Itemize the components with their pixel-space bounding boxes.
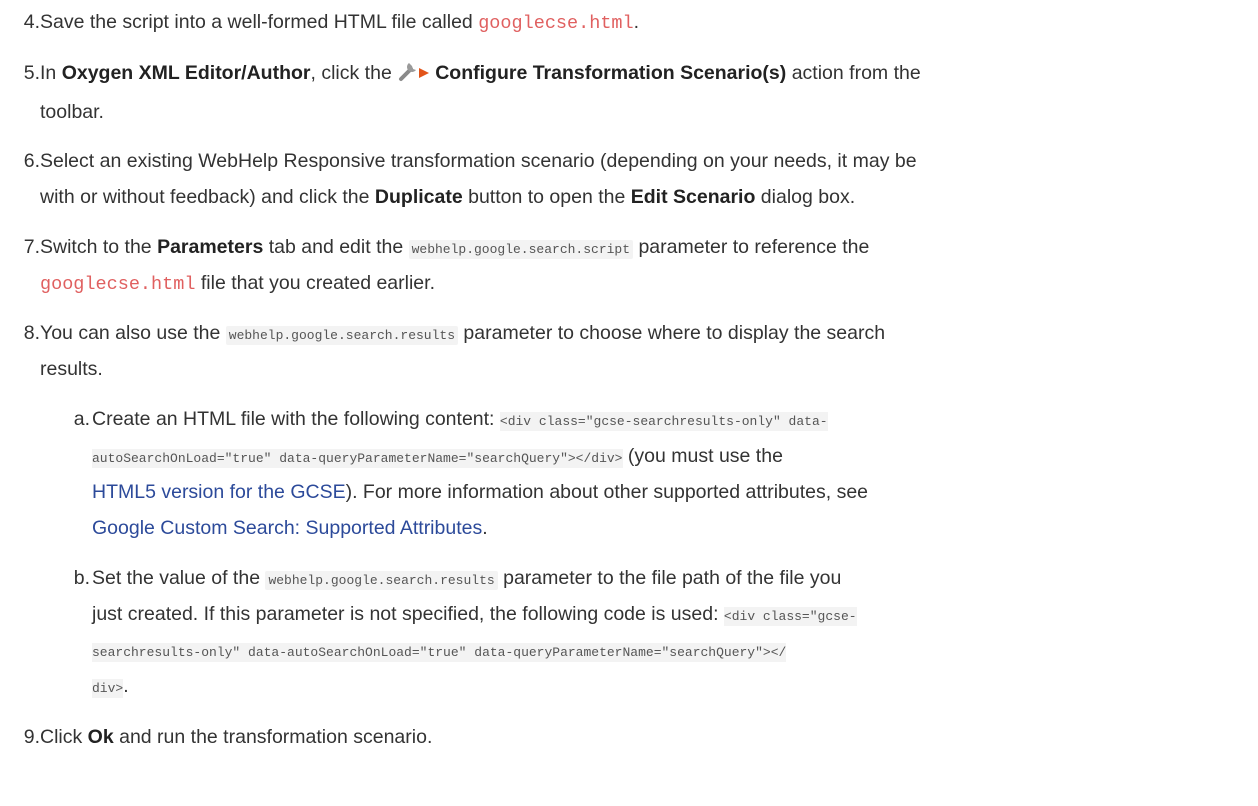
- step-text: with or without feedback) and click the: [40, 186, 375, 208]
- step-number: 9.: [23, 726, 40, 748]
- punct: .: [482, 517, 488, 539]
- step-number: 6.: [23, 150, 40, 172]
- step-number: a.: [73, 408, 90, 430]
- step-number: 4.: [23, 11, 40, 33]
- step-text: dialog box.: [755, 186, 856, 208]
- step-text: results.: [40, 358, 103, 380]
- code-snippet: searchresults-only" data-autoSearchOnLoa…: [92, 643, 787, 662]
- code-snippet: <div class="gcse-searchresults-only" dat…: [499, 412, 828, 431]
- code-snippet: div>: [92, 679, 124, 698]
- step-text: tab and edit the: [263, 236, 409, 258]
- step-text: and run the transformation scenario.: [113, 726, 433, 748]
- html5-gcse-link[interactable]: HTML5 version for the GCSE: [92, 481, 346, 503]
- code-param: webhelp.google.search.results: [225, 326, 459, 345]
- step-text: In: [40, 62, 62, 84]
- punct: .: [633, 11, 640, 33]
- code-param: webhelp.google.search.script: [408, 240, 634, 259]
- step-text: parameter to choose where to display the…: [458, 322, 886, 344]
- step-text: Set the value of the: [92, 567, 266, 589]
- step-text: action from the: [786, 62, 921, 84]
- file-name: googlecse.html: [40, 274, 196, 295]
- step-text: toolbar.: [40, 101, 104, 123]
- punct: .: [123, 675, 129, 697]
- step-number: 8.: [23, 322, 40, 344]
- step-text: button to open the: [462, 186, 631, 208]
- step-number: 5.: [23, 62, 40, 84]
- step-number: b.: [73, 567, 90, 589]
- step-text: Select an existing WebHelp Responsive tr…: [40, 150, 917, 172]
- step-text: file that you created earlier.: [195, 272, 435, 294]
- action-name: Configure Transformation Scenario(s): [435, 62, 787, 84]
- step-text: (you must use the: [622, 445, 783, 467]
- step-text: parameter to the file path of the file y…: [497, 567, 842, 589]
- step-text: just created. If this parameter is not s…: [92, 603, 724, 625]
- app-name: Oxygen XML Editor/Author: [61, 62, 311, 84]
- step-number: 7.: [23, 236, 40, 258]
- step-text: Save the script into a well-formed HTML …: [40, 11, 479, 33]
- step-text: You can also use the: [40, 322, 226, 344]
- supported-attributes-link[interactable]: Google Custom Search: Supported Attribut…: [92, 517, 482, 539]
- file-name: googlecse.html: [478, 13, 634, 34]
- step-text: Click: [40, 726, 88, 748]
- step-text: parameter to reference the: [633, 236, 870, 258]
- configure-transformation-icon: [399, 63, 430, 81]
- step-text: , click the: [310, 62, 398, 84]
- parameters-tab-label: Parameters: [157, 236, 264, 258]
- step-text: Switch to the: [40, 236, 158, 258]
- code-snippet: autoSearchOnLoad="true" data-queryParame…: [92, 449, 623, 468]
- duplicate-label: Duplicate: [374, 186, 463, 208]
- ok-label: Ok: [87, 726, 114, 748]
- step-text: Create an HTML file with the following c…: [92, 408, 500, 430]
- edit-scenario-label: Edit Scenario: [630, 186, 756, 208]
- code-snippet: <div class="gcse-: [723, 607, 857, 626]
- step-text: ). For more information about other supp…: [345, 481, 869, 503]
- code-param: webhelp.google.search.results: [265, 571, 498, 590]
